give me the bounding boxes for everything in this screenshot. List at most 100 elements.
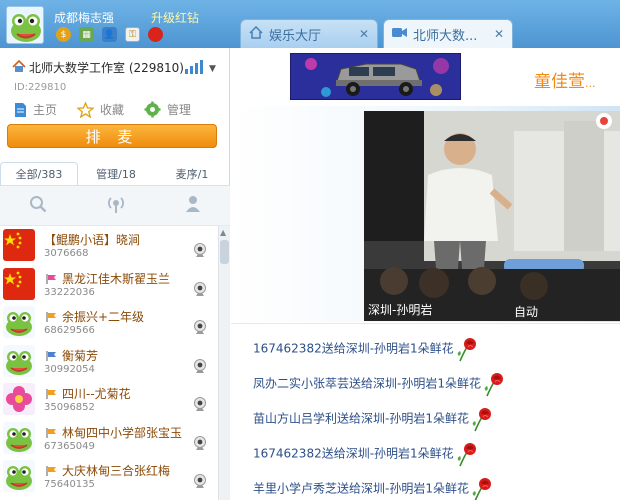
tab-all-users[interactable]: 全部/383 bbox=[0, 162, 78, 185]
chat-message-text: 羊里小学卢秀芝送给深圳-孙明岩1朵鲜花 bbox=[253, 481, 469, 496]
video-frame-image bbox=[364, 111, 620, 321]
host-name-text: 童佳萱 bbox=[534, 72, 585, 92]
nav-home-label: 主页 bbox=[33, 103, 58, 117]
user-list-item[interactable]: 【鲲鹏小语】晓涧 3076668 bbox=[0, 226, 218, 265]
upgrade-link[interactable]: 升级红钻 bbox=[151, 9, 199, 26]
nav-favorite[interactable]: 收藏 bbox=[77, 101, 124, 118]
room-main: 童佳萱... 深圳-孙明岩 自动 167462382送给深圳-孙明岩1朵鲜花 凤… bbox=[231, 48, 620, 500]
user-avatar bbox=[3, 267, 35, 300]
user-avatar bbox=[3, 421, 35, 454]
nav-manage-label: 管理 bbox=[167, 103, 192, 117]
flag-icon bbox=[46, 465, 57, 476]
flag-icon bbox=[46, 273, 57, 284]
hummer-car-image bbox=[291, 54, 460, 99]
room-sidebar: 北师大数学工作室 (229810) ID:229810 ▼ 主页 收藏 管理 排… bbox=[0, 48, 230, 500]
rose-icon bbox=[457, 443, 476, 467]
user-id: 75640135 bbox=[44, 479, 95, 490]
chat-message-text: 167462382送给深圳-孙明岩1朵鲜花 bbox=[253, 341, 454, 356]
user-list: 【鲲鹏小语】晓涧 3076668 黑龙江佳木斯翟玉兰 33222036 余振兴+二年级 6… bbox=[0, 226, 218, 500]
nav-favorite-label: 收藏 bbox=[100, 103, 125, 117]
user-list-scrollbar[interactable]: ▲ bbox=[218, 226, 230, 500]
chat-log: 167462382送给深圳-孙明岩1朵鲜花凤办二实小张萃芸送给深圳-孙明岩1朵鲜… bbox=[231, 323, 620, 500]
flag-icon bbox=[46, 311, 57, 322]
rose-icon bbox=[472, 478, 491, 500]
webcam-icon[interactable] bbox=[193, 435, 207, 451]
top-bar: 成都梅志强 升级红钻 $ ▦ 👤 ⚿ 娱乐大厅 ✕ 北师大数... ✕ bbox=[0, 0, 620, 48]
tab-managers[interactable]: 管理/18 bbox=[78, 162, 154, 185]
broadcast-icon[interactable] bbox=[106, 194, 126, 217]
rose-icon bbox=[457, 338, 476, 362]
tab-room[interactable]: 北师大数... ✕ bbox=[383, 19, 513, 48]
user-list-item[interactable]: 衡菊芳 30992054 bbox=[0, 342, 218, 381]
gift-icon[interactable]: ▦ bbox=[79, 27, 94, 42]
webcam-icon[interactable] bbox=[193, 320, 207, 335]
user-name: 林甸四中小学部张宝玉 bbox=[62, 425, 183, 440]
close-icon[interactable]: ✕ bbox=[359, 27, 369, 41]
room-title: 北师大数学工作室 (229810) bbox=[12, 59, 184, 76]
video-mode-button[interactable]: 自动 bbox=[514, 303, 538, 320]
queue-mic-button[interactable]: 排 麦 bbox=[7, 124, 217, 148]
person-icon[interactable] bbox=[185, 195, 201, 216]
user-avatar[interactable] bbox=[6, 6, 44, 44]
key-icon[interactable]: ⚿ bbox=[125, 27, 140, 42]
user-avatar bbox=[3, 460, 35, 492]
coin-icon[interactable]: $ bbox=[56, 27, 71, 42]
video-camera-icon bbox=[392, 27, 407, 42]
room-nav: 主页 收藏 管理 bbox=[14, 101, 191, 118]
user-list-item[interactable]: 大庆林甸三合张红梅 75640135 bbox=[0, 457, 218, 496]
search-icon[interactable] bbox=[29, 195, 47, 216]
flag-icon bbox=[46, 388, 57, 399]
user-id: 67365049 bbox=[44, 440, 95, 452]
document-icon bbox=[15, 102, 26, 117]
webcam-icon[interactable] bbox=[193, 358, 207, 374]
home-icon bbox=[249, 25, 263, 43]
webcam-icon[interactable] bbox=[193, 281, 207, 297]
user-avatar bbox=[3, 344, 35, 377]
rose-icon bbox=[472, 408, 491, 432]
host-name: 童佳萱... bbox=[534, 67, 596, 92]
signal-strength-icon[interactable]: ▼ bbox=[185, 60, 216, 74]
chat-message-text: 苗山方山吕学利送给深圳-孙明岩1朵鲜花 bbox=[253, 411, 469, 426]
user-list-tabs: 全部/383 管理/18 麦序/1 bbox=[0, 162, 230, 186]
record-icon[interactable] bbox=[148, 27, 163, 42]
room-id: ID:229810 bbox=[14, 82, 67, 93]
user-list-toolbar bbox=[0, 186, 230, 226]
ad-banner[interactable] bbox=[290, 53, 461, 100]
flag-icon bbox=[46, 427, 57, 438]
nav-home[interactable]: 主页 bbox=[14, 101, 57, 118]
user-id: 3076668 bbox=[44, 248, 89, 259]
user-list-item[interactable]: 林甸四中小学部张宝玉 67365049 bbox=[0, 419, 218, 458]
user-id: 35096852 bbox=[44, 402, 95, 413]
scroll-thumb[interactable] bbox=[220, 240, 229, 264]
user-name: 成都梅志强 bbox=[54, 11, 115, 25]
chat-message: 167462382送给深圳-孙明岩1朵鲜花 bbox=[253, 441, 480, 467]
user-name: 大庆林甸三合张红梅 bbox=[62, 464, 171, 478]
user-list-item[interactable]: 黑龙江佳木斯翟玉兰 33222036 bbox=[0, 265, 218, 304]
tab-mic-queue[interactable]: 麦序/1 bbox=[154, 162, 230, 185]
close-icon[interactable]: ✕ bbox=[494, 27, 504, 41]
user-avatar bbox=[3, 306, 35, 338]
scroll-up-icon[interactable]: ▲ bbox=[220, 228, 226, 237]
user-icon[interactable]: 👤 bbox=[102, 27, 117, 42]
user-id: 68629566 bbox=[44, 325, 95, 336]
user-name: 四川--尤菊花 bbox=[62, 387, 131, 401]
webcam-icon[interactable] bbox=[193, 397, 207, 412]
video-caption: 深圳-孙明岩 bbox=[368, 303, 433, 317]
chat-message: 凤办二实小张萃芸送给深圳-孙明岩1朵鲜花 bbox=[253, 371, 507, 397]
host-name-ellipsis: ... bbox=[585, 77, 596, 90]
tab-lobby[interactable]: 娱乐大厅 ✕ bbox=[240, 19, 378, 48]
chevron-down-icon[interactable]: ▼ bbox=[209, 64, 216, 74]
gear-icon bbox=[144, 101, 161, 118]
house-icon bbox=[12, 59, 26, 76]
user-name: 【鲲鹏小语】晓涧 bbox=[44, 233, 141, 247]
user-list-item[interactable]: 余振兴+二年级 68629566 bbox=[0, 303, 218, 342]
webcam-icon[interactable] bbox=[193, 474, 207, 489]
video-player[interactable] bbox=[364, 111, 620, 321]
chat-message: 167462382送给深圳-孙明岩1朵鲜花 bbox=[253, 336, 480, 362]
room-name: 北师大数学工作室 (229810) bbox=[29, 61, 184, 75]
user-list-item[interactable]: 四川--尤菊花 35096852 bbox=[0, 380, 218, 419]
rose-icon bbox=[484, 373, 503, 397]
webcam-icon[interactable] bbox=[193, 243, 207, 258]
nav-manage[interactable]: 管理 bbox=[144, 101, 191, 118]
flag-icon bbox=[46, 350, 57, 361]
